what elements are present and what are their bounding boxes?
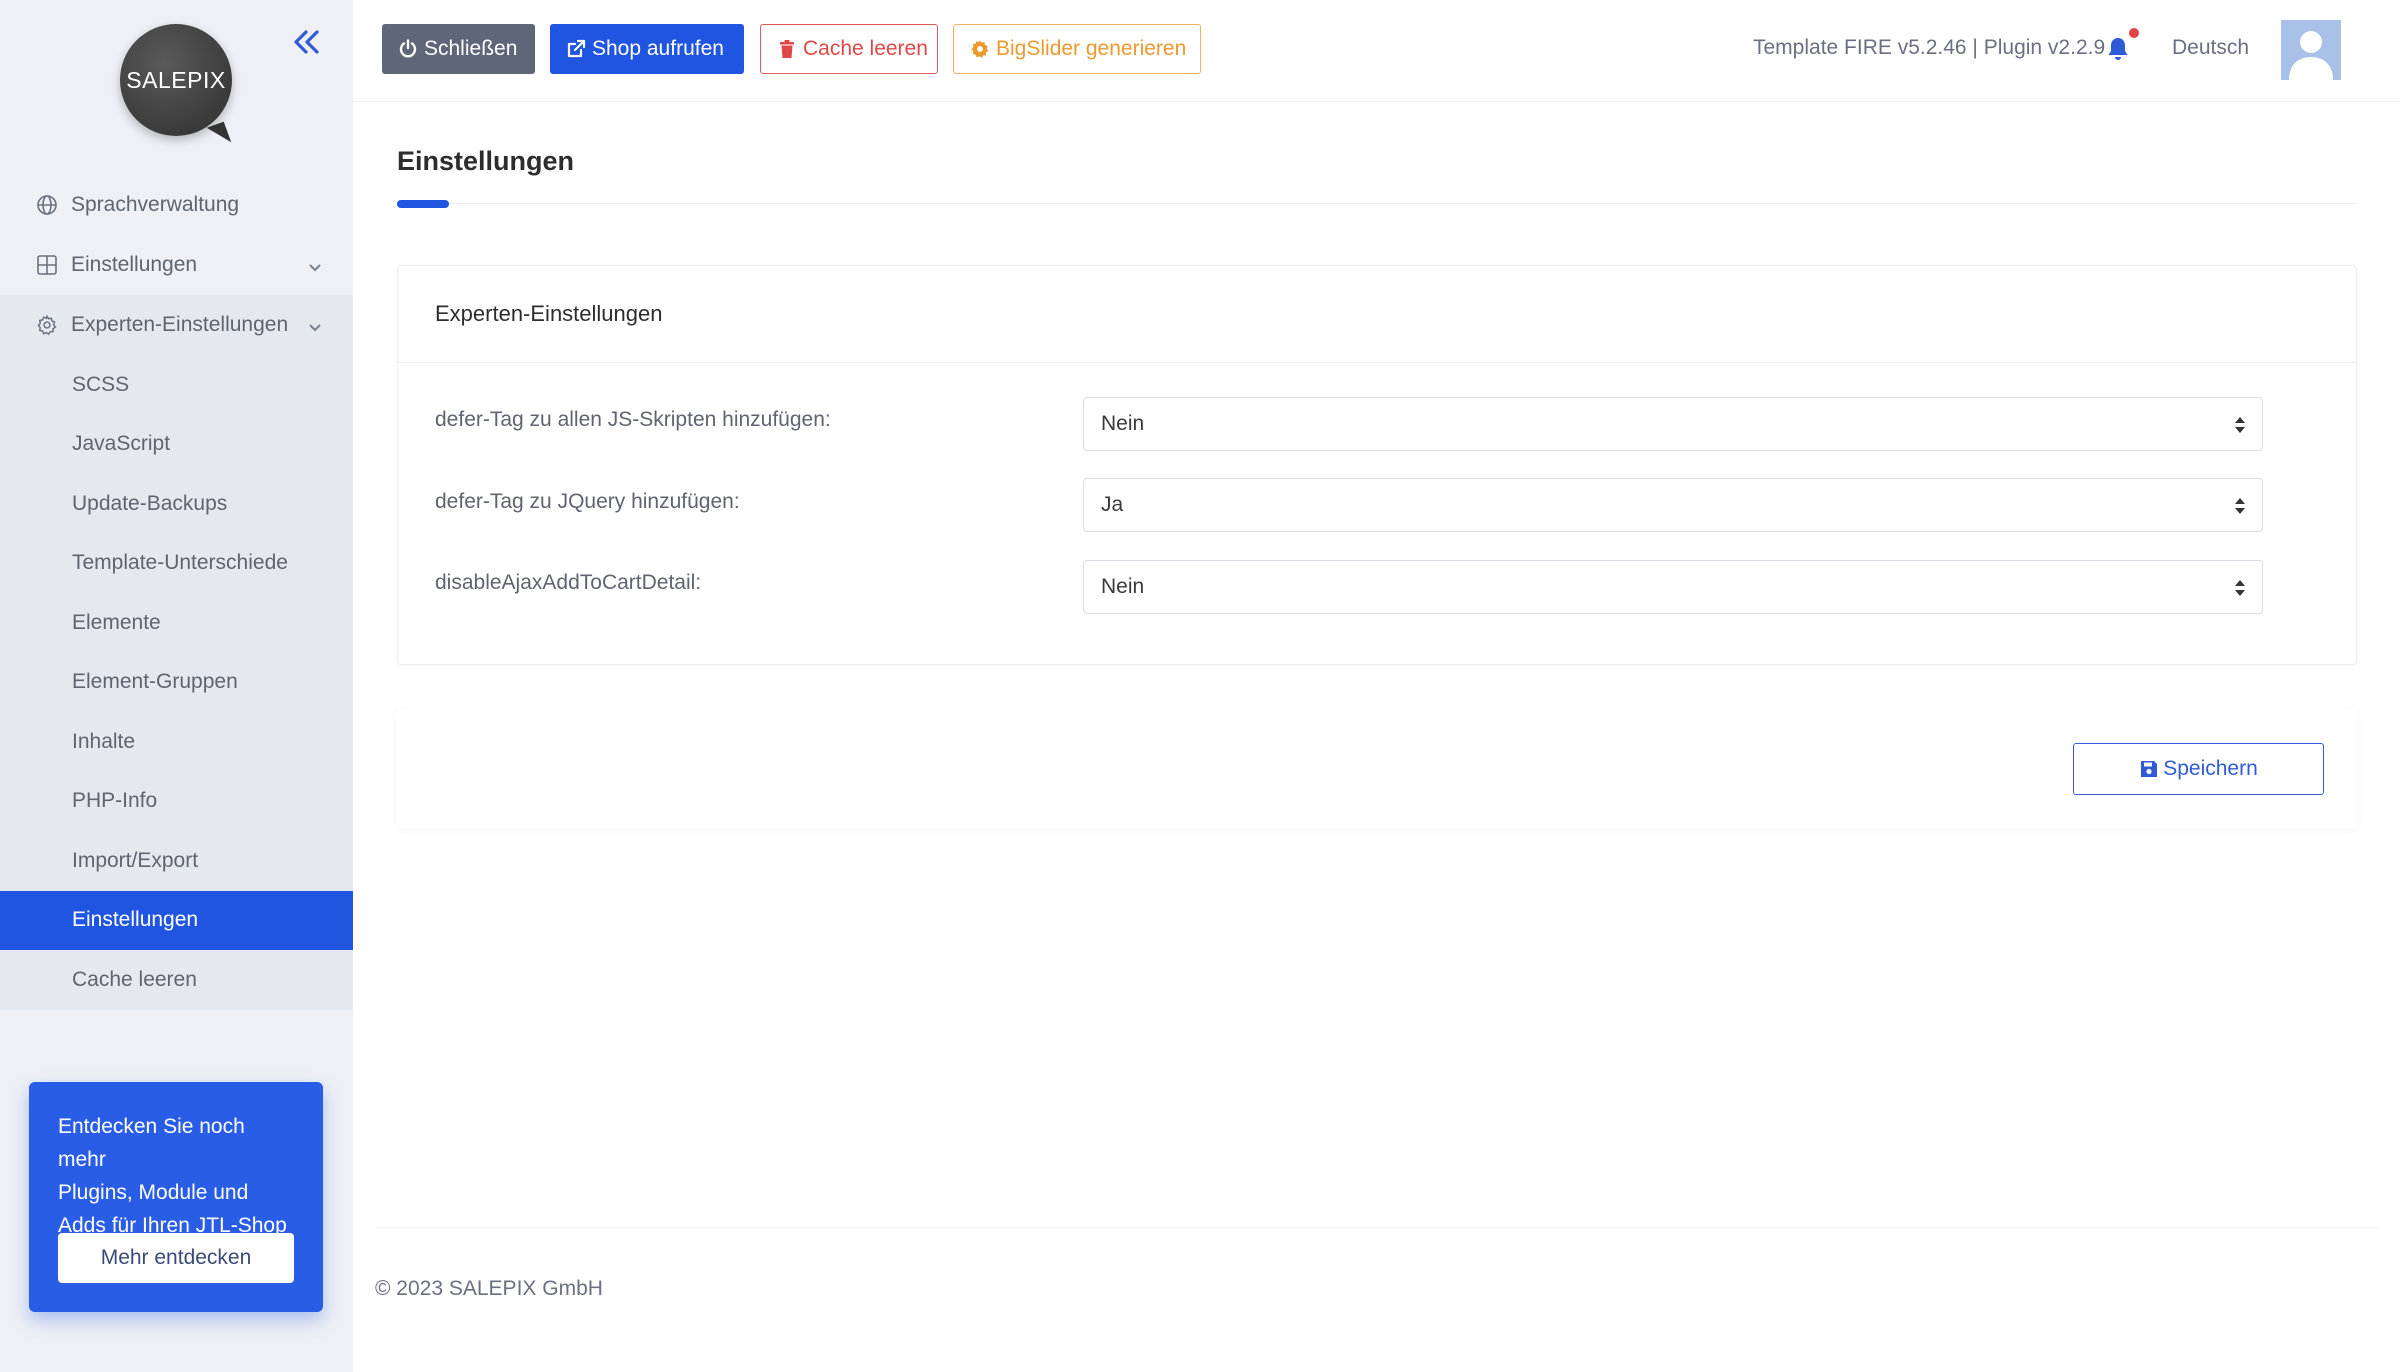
- title-divider: [397, 203, 2357, 204]
- experten-submenu: Experten-Einstellungen SCSS JavaScript U…: [0, 295, 353, 1010]
- sidebar-item-label: Einstellungen: [71, 253, 198, 276]
- version-info: Template FIRE v5.2.46 | Plugin v2.2.9: [1753, 36, 2106, 59]
- shop-aufrufen-button[interactable]: Shop aufrufen: [550, 24, 744, 74]
- select-value: Nein: [1101, 412, 1145, 435]
- sort-caret-icon: [2234, 496, 2246, 516]
- sidebar-subitem-template-unterschiede[interactable]: Template-Unterschiede: [0, 534, 353, 594]
- salepix-logo[interactable]: SALEPIX: [120, 24, 232, 136]
- sidebar-subitem-element-gruppen[interactable]: Element-Gruppen: [0, 653, 353, 713]
- close-button[interactable]: Schließen: [382, 24, 535, 74]
- chevron-down-icon: [307, 257, 323, 273]
- bigslider-generieren-button[interactable]: BigSlider generieren: [953, 24, 1201, 74]
- sidebar-subitem-inhalte[interactable]: Inhalte: [0, 712, 353, 772]
- title-accent-bar: [397, 200, 449, 208]
- user-avatar[interactable]: [2281, 20, 2341, 80]
- top-bar: Schließen Shop aufrufen Cache leeren Big…: [353, 0, 2400, 102]
- sidebar-item-experten-einstellungen[interactable]: Experten-Einstellungen: [0, 295, 353, 355]
- sidebar: SALEPIX Sprachverwaltung Einstellungen E…: [0, 0, 353, 1372]
- mehr-entdecken-button[interactable]: Mehr entdecken: [58, 1233, 294, 1283]
- promo-box: Entdecken Sie noch mehr Plugins, Module …: [29, 1082, 323, 1312]
- save-button[interactable]: Speichern: [2073, 743, 2324, 795]
- promo-text: Entdecken Sie noch mehr Plugins, Module …: [58, 1115, 287, 1237]
- sidebar-subitem-import-export[interactable]: Import/Export: [0, 831, 353, 891]
- defer-js-select[interactable]: Nein: [1083, 397, 2263, 451]
- card-title: Experten-Einstellungen: [398, 266, 2356, 363]
- language-selector[interactable]: Deutsch: [2172, 36, 2249, 60]
- globe-icon: [35, 193, 59, 217]
- page-title: Einstellungen: [397, 146, 575, 176]
- bell-icon[interactable]: [2106, 36, 2132, 64]
- sidebar-item-einstellungen[interactable]: Einstellungen: [0, 235, 353, 295]
- user-icon: [2281, 20, 2341, 80]
- footer-copyright: © 2023 SALEPIX GmbH: [375, 1277, 603, 1300]
- sidebar-subitem-scss[interactable]: SCSS: [0, 355, 353, 415]
- setting-label: defer-Tag zu allen JS-Skripten hinzufüge…: [435, 408, 831, 431]
- gear-icon: [35, 313, 59, 337]
- external-link-icon: [566, 39, 586, 59]
- sort-caret-icon: [2234, 415, 2246, 435]
- sidebar-subitem-php-info[interactable]: PHP-Info: [0, 772, 353, 832]
- power-icon: [398, 39, 418, 59]
- sidebar-subitem-cache-leeren[interactable]: Cache leeren: [0, 950, 353, 1010]
- setting-label: defer-Tag zu JQuery hinzufügen:: [435, 490, 740, 513]
- sort-caret-icon: [2234, 578, 2246, 598]
- disable-ajax-select[interactable]: Nein: [1083, 560, 2263, 614]
- settings-card: Experten-Einstellungen defer-Tag zu alle…: [397, 265, 2357, 665]
- sidebar-nav: Sprachverwaltung Einstellungen Experten-…: [0, 175, 353, 1010]
- notification-badge: [2127, 26, 2141, 40]
- select-value: Ja: [1101, 493, 1124, 516]
- sidebar-subitem-javascript[interactable]: JavaScript: [0, 415, 353, 475]
- sidebar-item-label: Experten-Einstellungen: [71, 313, 289, 336]
- select-value: Nein: [1101, 575, 1145, 598]
- defer-jquery-select[interactable]: Ja: [1083, 478, 2263, 532]
- footer-divider: [375, 1227, 2378, 1228]
- double-chevron-left-icon: [294, 30, 319, 54]
- trash-icon: [777, 39, 797, 59]
- grid-icon: [35, 253, 59, 277]
- gear-icon: [970, 39, 990, 59]
- floppy-disk-icon: [2139, 759, 2159, 779]
- sidebar-item-sprachverwaltung[interactable]: Sprachverwaltung: [0, 175, 353, 235]
- chevron-down-icon: [307, 317, 323, 333]
- sidebar-subitem-elemente[interactable]: Elemente: [0, 593, 353, 653]
- collapse-sidebar-button[interactable]: [290, 26, 326, 62]
- logo-text: SALEPIX: [126, 66, 226, 93]
- sidebar-subitem-einstellungen[interactable]: Einstellungen: [0, 890, 353, 950]
- sidebar-subitem-update-backups[interactable]: Update-Backups: [0, 474, 353, 534]
- sidebar-item-label: Sprachverwaltung: [71, 193, 240, 216]
- save-card: Speichern: [397, 708, 2357, 828]
- setting-label: disableAjaxAddToCartDetail:: [435, 571, 702, 594]
- cache-leeren-button[interactable]: Cache leeren: [760, 24, 938, 74]
